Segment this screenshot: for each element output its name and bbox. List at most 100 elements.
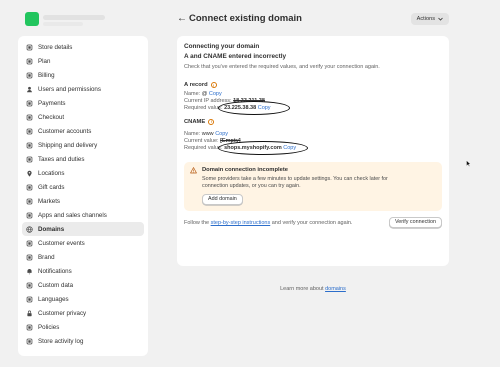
learn-more: Learn more about domains xyxy=(177,286,449,292)
policies-icon xyxy=(26,324,33,331)
sidebar-item-notifications[interactable]: Notifications xyxy=(22,264,144,278)
copy-a-required-link[interactable]: Copy xyxy=(258,105,271,111)
sidebar-item-apps-and-sales-channels[interactable]: Apps and sales channels xyxy=(22,208,144,222)
sidebar-item-checkout[interactable]: Checkout xyxy=(22,110,144,124)
sidebar-item-policies[interactable]: Policies xyxy=(22,320,144,334)
add-domain-button[interactable]: Add domain xyxy=(202,194,243,206)
cname-current-value: [Empty] xyxy=(220,137,241,144)
sidebar-item-locations[interactable]: Locations xyxy=(22,166,144,180)
a-required-label: Required value: xyxy=(184,105,223,112)
sidebar-item-shipping-and-delivery[interactable]: Shipping and delivery xyxy=(22,138,144,152)
cname-label: CNAME xyxy=(184,118,206,125)
sidebar-item-label: Customer accounts xyxy=(38,127,92,135)
sidebar-item-label: Customer events xyxy=(38,239,85,247)
sidebar-item-gift-cards[interactable]: Gift cards xyxy=(22,180,144,194)
cname-current-row: Current value: [Empty] xyxy=(184,138,442,145)
sidebar-item-taxes-and-duties[interactable]: Taxes and duties xyxy=(22,152,144,166)
sidebar-item-label: Payments xyxy=(38,99,66,107)
location-icon xyxy=(26,170,33,177)
copy-a-name-link[interactable]: Copy xyxy=(209,91,222,97)
store-icon xyxy=(26,44,33,51)
back-arrow-icon[interactable]: ← xyxy=(177,12,187,26)
sidebar-item-custom-data[interactable]: Custom data xyxy=(22,278,144,292)
sidebar-item-label: Gift cards xyxy=(38,183,65,191)
sidebar-item-languages[interactable]: Languages xyxy=(22,292,144,306)
sidebar-item-label: Domains xyxy=(38,225,65,233)
cname-name-value: www xyxy=(201,130,214,137)
lock-icon xyxy=(26,310,33,317)
a-current-label: Current IP address: xyxy=(184,98,232,105)
title-bar: ← Connect existing domain Actions xyxy=(177,12,449,26)
card-intro: Check that you've entered the required v… xyxy=(184,64,380,70)
sidebar-item-customer-privacy[interactable]: Customer privacy xyxy=(22,306,144,320)
sidebar-item-label: Billing xyxy=(38,71,55,79)
sidebar-item-label: Custom data xyxy=(38,281,74,289)
learn-more-text: Learn more about xyxy=(280,286,326,292)
sidebar-nav: Store details Plan Billing Users and permis… xyxy=(18,36,148,356)
sidebar-item-label: Users and permissions xyxy=(38,85,101,93)
customer-accounts-icon xyxy=(26,128,33,135)
sidebar-item-label: Plan xyxy=(38,57,51,65)
cname-required-row: Required value: shops.myshopify.com Copy xyxy=(184,141,442,156)
activity-log-icon xyxy=(26,338,33,345)
sidebar-item-users-and-permissions[interactable]: Users and permissions xyxy=(22,82,144,96)
connection-card: Connecting your domain A and CNAME enter… xyxy=(177,36,449,266)
chevron-down-icon xyxy=(438,17,443,21)
sidebar-item-domains[interactable]: Domains xyxy=(22,222,144,236)
sidebar-item-label: Shipping and delivery xyxy=(38,141,98,149)
alert-triangle-icon xyxy=(190,167,197,174)
warning-icon: ! xyxy=(208,118,215,125)
domains-help-link[interactable]: domains xyxy=(325,286,346,292)
actions-button[interactable]: Actions xyxy=(410,13,449,25)
store-header[interactable] xyxy=(18,0,148,36)
warning-icon: ! xyxy=(210,82,217,88)
cname-name-label: Name: xyxy=(184,130,201,137)
sidebar-item-customer-events[interactable]: Customer events xyxy=(22,236,144,250)
taxes-icon xyxy=(26,156,33,163)
sidebar-item-brand[interactable]: Brand xyxy=(22,250,144,264)
sidebar-item-label: Policies xyxy=(38,323,60,331)
a-record-required-row: Required value: 23.225.38.38 Copy xyxy=(184,101,442,116)
markets-icon xyxy=(26,198,33,205)
sidebar-item-label: Notifications xyxy=(38,267,72,275)
cname-name-row: Name: www Copy xyxy=(184,131,442,138)
checkout-icon xyxy=(26,114,33,121)
verify-instructions: Follow the step-by-step instructions and… xyxy=(184,220,352,226)
verify-connection-button[interactable]: Verify connection xyxy=(388,217,442,229)
apps-icon xyxy=(26,212,33,219)
settings-sidebar: Store details Plan Billing Users and permis… xyxy=(18,0,148,357)
gift-card-icon xyxy=(26,184,33,191)
payments-icon xyxy=(26,100,33,107)
a-required-value: 23.225.38.38 xyxy=(224,105,257,112)
cname-required-label: Required value: xyxy=(184,145,223,152)
warning-banner: Domain connection incomplete Some provid… xyxy=(184,162,442,212)
sidebar-item-payments[interactable]: Payments xyxy=(22,96,144,110)
sidebar-item-billing[interactable]: Billing xyxy=(22,68,144,82)
sidebar-item-store-details[interactable]: Store details xyxy=(22,40,144,54)
plan-icon xyxy=(26,58,33,65)
customer-events-icon xyxy=(26,240,33,247)
sidebar-item-store-activity-log[interactable]: Store activity log xyxy=(22,334,144,348)
footer-text-after: and verify your connection again. xyxy=(270,219,353,226)
sidebar-item-label: Store details xyxy=(38,43,73,51)
copy-cname-required-link[interactable]: Copy xyxy=(283,145,296,151)
verify-footer: Follow the step-by-step instructions and… xyxy=(184,217,442,229)
cname-required-value: shops.myshopify.com xyxy=(224,145,282,152)
sidebar-item-plan[interactable]: Plan xyxy=(22,54,144,68)
copy-cname-name-link[interactable]: Copy xyxy=(215,131,228,137)
actions-label: Actions xyxy=(416,16,435,22)
a-name-value: @ xyxy=(201,91,208,97)
page-title: Connect existing domain xyxy=(189,13,302,24)
instructions-link[interactable]: step-by-step instructions xyxy=(211,220,271,226)
sidebar-item-customer-accounts[interactable]: Customer accounts xyxy=(22,124,144,138)
footer-text-before: Follow the xyxy=(184,219,211,226)
banner-text-line2: connection updates, or you can try again… xyxy=(202,183,301,190)
sidebar-item-markets[interactable]: Markets xyxy=(22,194,144,208)
globe-icon xyxy=(26,225,33,233)
a-record-name-row: Name: @ Copy xyxy=(184,91,442,98)
sidebar-item-label: Locations xyxy=(38,169,65,177)
custom-data-icon xyxy=(26,282,33,289)
a-current-value: 18.33.211.38 xyxy=(233,98,265,105)
sidebar-item-label: Taxes and duties xyxy=(38,155,85,163)
shipping-icon xyxy=(26,142,33,149)
